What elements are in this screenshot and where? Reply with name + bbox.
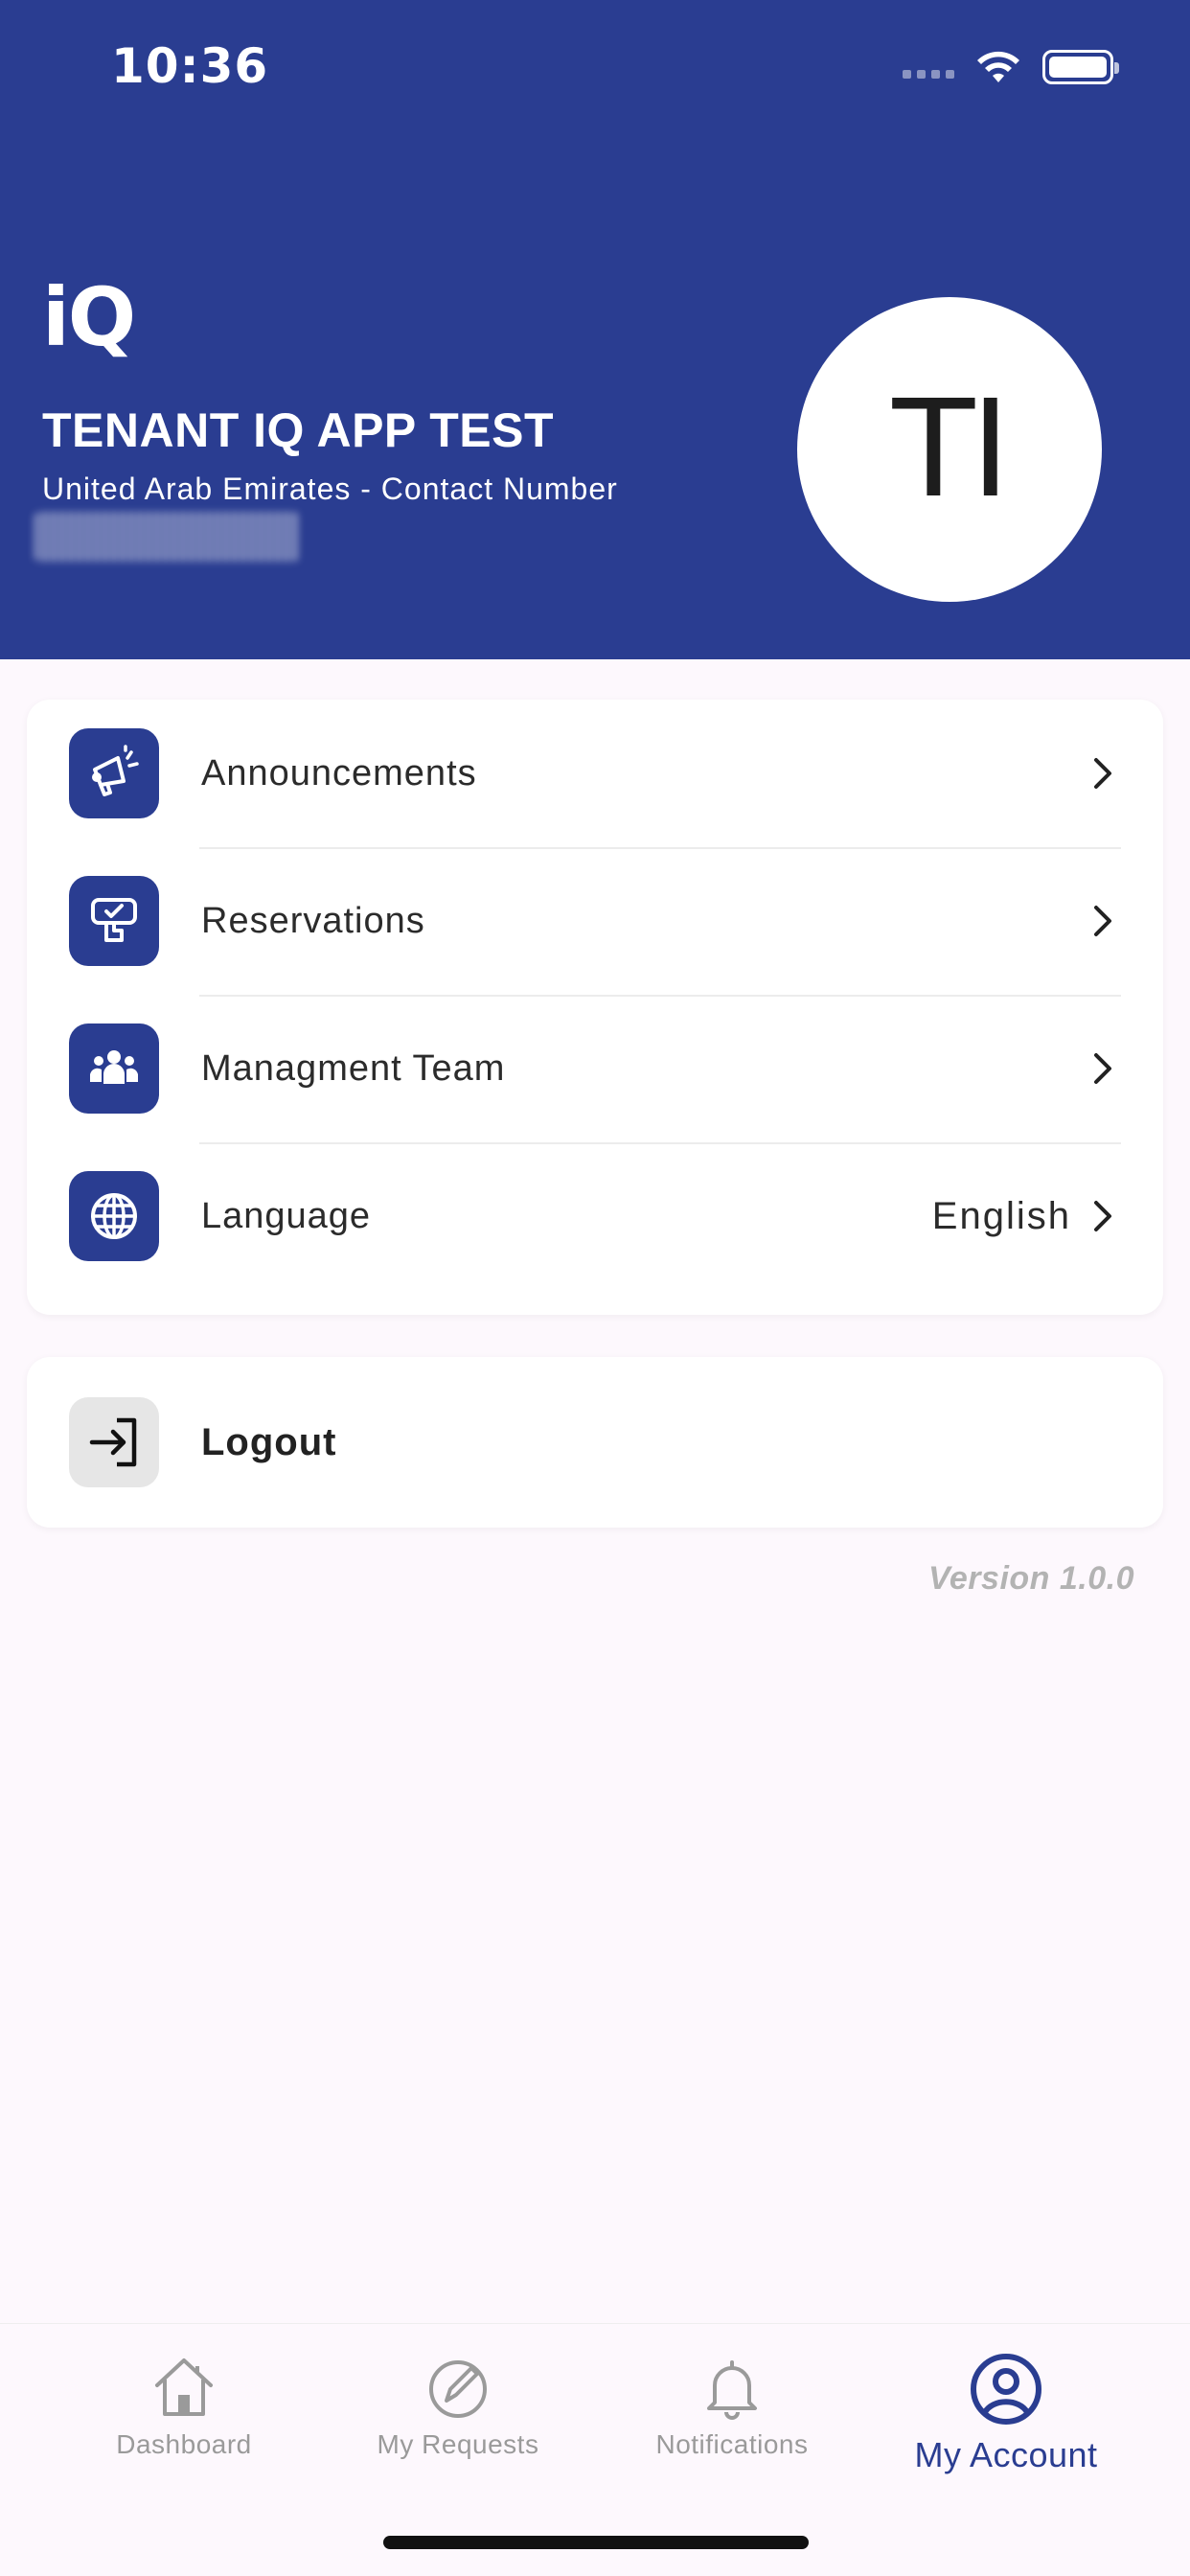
menu-item-label: Language xyxy=(201,1195,372,1236)
tab-label: My Account xyxy=(914,2435,1098,2474)
menu-item-management-team[interactable]: Managment Team xyxy=(27,995,1163,1142)
megaphone-icon xyxy=(69,728,159,818)
selected-language: English xyxy=(931,1194,1071,1237)
user-name: TENANT IQ APP TEST xyxy=(42,403,555,457)
menu-item-announcements[interactable]: Announcements xyxy=(27,700,1163,847)
tab-label: Notifications xyxy=(655,2429,809,2459)
account-icon xyxy=(971,2354,1041,2425)
menu-item-language[interactable]: Language English xyxy=(27,1142,1163,1290)
menu-item-label: Managment Team xyxy=(201,1047,506,1089)
logout-icon xyxy=(69,1397,159,1487)
team-icon xyxy=(69,1024,159,1114)
user-location-contact: United Arab Emirates - Contact Number xyxy=(42,472,618,506)
chevron-right-icon xyxy=(1094,1053,1111,1084)
tab-my-account[interactable]: My Account xyxy=(858,2353,1155,2475)
globe-icon xyxy=(69,1171,159,1261)
chevron-right-icon xyxy=(1094,1201,1111,1231)
chevron-right-icon xyxy=(1094,758,1111,789)
menu-item-label: Reservations xyxy=(201,900,425,941)
menu-item-label: Announcements xyxy=(201,752,477,794)
app-logo: iQ xyxy=(42,270,136,364)
edit-circle-icon xyxy=(429,2360,487,2418)
battery-icon xyxy=(1042,50,1119,84)
tab-notifications[interactable]: Notifications xyxy=(584,2353,881,2460)
reservation-icon xyxy=(69,876,159,966)
bell-icon xyxy=(707,2360,757,2420)
chevron-right-icon xyxy=(1094,906,1111,936)
profile-header: 10:36 iQ TENANT IQ APP TEST United Arab … xyxy=(0,0,1190,659)
menu-item-reservations[interactable]: Reservations xyxy=(27,847,1163,995)
avatar[interactable]: TI xyxy=(797,297,1102,602)
redacted-contact-number xyxy=(34,512,299,562)
cellular-signal-icon xyxy=(903,56,954,79)
account-menu-card: Announcements Reservations Managment Tea… xyxy=(27,700,1163,1315)
home-indicator[interactable] xyxy=(383,2536,809,2549)
logout-label: Logout xyxy=(201,1420,337,1463)
tab-label: My Requests xyxy=(377,2429,539,2459)
my-account-screen: 10:36 iQ TENANT IQ APP TEST United Arab … xyxy=(0,0,1190,2576)
app-version: Version 1.0.0 xyxy=(927,1560,1134,1597)
status-icons xyxy=(903,46,1119,88)
tab-my-requests[interactable]: My Requests xyxy=(309,2353,606,2460)
tab-dashboard[interactable]: Dashboard xyxy=(35,2353,332,2460)
tab-label: Dashboard xyxy=(116,2429,252,2459)
status-time: 10:36 xyxy=(111,38,269,94)
home-icon xyxy=(155,2358,213,2416)
wifi-icon xyxy=(977,51,1019,82)
logout-button[interactable]: Logout xyxy=(27,1357,1163,1528)
